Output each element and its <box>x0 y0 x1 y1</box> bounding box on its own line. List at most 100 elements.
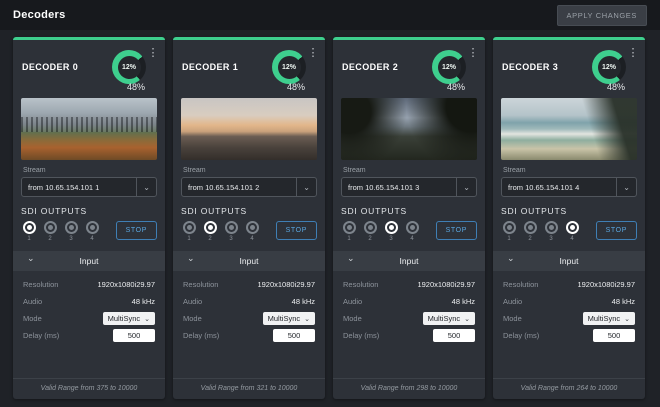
input-section-toggle[interactable]: ⌄ Input <box>13 251 165 271</box>
input-section-toggle[interactable]: ⌄ Input <box>493 251 645 271</box>
mode-row: Mode MultiSync ⌄ <box>503 310 635 327</box>
input-section-toggle[interactable]: ⌄ Input <box>333 251 485 271</box>
chevron-down-icon: ⌄ <box>136 178 156 196</box>
sdi-output-circle-icon <box>23 221 36 234</box>
stream-select[interactable]: from 10.65.154.101 2 ⌄ <box>181 177 317 197</box>
sdi-output-toggle[interactable]: 4 <box>404 221 420 242</box>
audio-label: Audio <box>183 297 202 306</box>
delay-input[interactable] <box>273 329 315 342</box>
mode-row: Mode MultiSync ⌄ <box>343 310 475 327</box>
valid-range-note: Valid Range from 264 to 10000 <box>493 378 645 399</box>
sdi-output-circle-icon <box>86 221 99 234</box>
mode-row: Mode MultiSync ⌄ <box>23 310 155 327</box>
page-title: Decoders <box>13 9 66 21</box>
sdi-output-toggle[interactable]: 4 <box>244 221 260 242</box>
audio-row: Audio 48 kHz <box>183 293 315 310</box>
resolution-row: Resolution 1920x1080i29.97 <box>503 276 635 293</box>
delay-row: Delay (ms) <box>183 327 315 344</box>
sdi-output-toggle[interactable]: 1 <box>181 221 197 242</box>
stop-button[interactable]: STOP <box>276 221 317 240</box>
secondary-percent-label: 48% <box>493 82 645 92</box>
sdi-outputs-row: 1 2 3 4 STOP <box>341 221 477 242</box>
stream-select-value: from 10.65.154.101 4 <box>508 183 579 192</box>
more-options-button[interactable]: ⋮ <box>306 48 320 59</box>
input-section-toggle[interactable]: ⌄ Input <box>173 251 325 271</box>
kebab-icon: ⋮ <box>628 47 639 59</box>
decoder-card: DECODER 0 12% ⋮ 48% Stream from 10.65.15… <box>13 37 165 399</box>
mode-select-value: MultiSync <box>428 314 461 323</box>
delay-label: Delay (ms) <box>343 331 379 340</box>
sdi-output-toggle[interactable]: 2 <box>42 221 58 242</box>
decoder-grid: DECODER 0 12% ⋮ 48% Stream from 10.65.15… <box>0 30 660 407</box>
load-donut: 12% <box>112 50 146 84</box>
sdi-output-toggle[interactable]: 3 <box>383 221 399 242</box>
video-preview <box>21 98 157 160</box>
mode-select[interactable]: MultiSync ⌄ <box>583 312 635 325</box>
stream-label: Stream <box>23 167 155 174</box>
sdi-output-number: 2 <box>522 236 538 242</box>
audio-label: Audio <box>23 297 42 306</box>
sdi-output-toggle[interactable]: 4 <box>84 221 100 242</box>
sdi-output-toggle[interactable]: 2 <box>362 221 378 242</box>
mode-row: Mode MultiSync ⌄ <box>183 310 315 327</box>
stop-button[interactable]: STOP <box>116 221 157 240</box>
chevron-down-icon: ⌄ <box>27 253 35 264</box>
mode-select[interactable]: MultiSync ⌄ <box>423 312 475 325</box>
stream-select[interactable]: from 10.65.154.101 3 ⌄ <box>341 177 477 197</box>
sdi-output-toggle[interactable]: 4 <box>564 221 580 242</box>
sdi-output-toggle[interactable]: 2 <box>522 221 538 242</box>
sdi-output-toggle[interactable]: 1 <box>501 221 517 242</box>
sdi-outputs-section: SDI OUTPUTS 1 2 3 <box>21 206 157 242</box>
audio-label: Audio <box>503 297 522 306</box>
mode-select[interactable]: MultiSync ⌄ <box>263 312 315 325</box>
video-preview <box>341 98 477 160</box>
more-options-button[interactable]: ⋮ <box>146 48 160 59</box>
delay-input[interactable] <box>433 329 475 342</box>
sdi-output-toggle[interactable]: 3 <box>223 221 239 242</box>
resolution-label: Resolution <box>343 280 378 289</box>
card-header: DECODER 2 12% ⋮ <box>333 40 485 84</box>
sdi-output-toggle[interactable]: 1 <box>21 221 37 242</box>
sdi-output-toggle[interactable]: 2 <box>202 221 218 242</box>
input-details: Resolution 1920x1080i29.97 Audio 48 kHz … <box>493 271 645 344</box>
valid-range-note: Valid Range from 375 to 10000 <box>13 378 165 399</box>
sdi-output-toggle[interactable]: 3 <box>63 221 79 242</box>
load-percent-label: 12% <box>278 56 301 79</box>
sdi-output-toggle[interactable]: 3 <box>543 221 559 242</box>
stream-select-value: from 10.65.154.101 1 <box>28 183 99 192</box>
stream-select[interactable]: from 10.65.154.101 1 ⌄ <box>21 177 157 197</box>
sdi-output-circle-icon <box>364 221 377 234</box>
stop-button[interactable]: STOP <box>596 221 637 240</box>
delay-input[interactable] <box>113 329 155 342</box>
resolution-row: Resolution 1920x1080i29.97 <box>23 276 155 293</box>
sdi-output-toggles: 1 2 3 4 <box>181 221 260 242</box>
sdi-outputs-label: SDI OUTPUTS <box>21 206 157 216</box>
sdi-output-circle-icon <box>225 221 238 234</box>
card-header: DECODER 0 12% ⋮ <box>13 40 165 84</box>
sdi-outputs-row: 1 2 3 4 STOP <box>501 221 637 242</box>
decoder-title: DECODER 1 <box>182 62 272 72</box>
sdi-output-number: 4 <box>404 236 420 242</box>
sdi-output-number: 4 <box>244 236 260 242</box>
mode-label: Mode <box>343 314 362 323</box>
mode-select[interactable]: MultiSync ⌄ <box>103 312 155 325</box>
sdi-output-circle-icon <box>406 221 419 234</box>
mode-label: Mode <box>503 314 522 323</box>
sdi-output-circle-icon <box>183 221 196 234</box>
sdi-outputs-label: SDI OUTPUTS <box>181 206 317 216</box>
more-options-button[interactable]: ⋮ <box>466 48 480 59</box>
apply-changes-button[interactable]: APPLY CHANGES <box>557 5 647 26</box>
chevron-down-icon: ⌄ <box>464 315 470 323</box>
stream-select[interactable]: from 10.65.154.101 4 ⌄ <box>501 177 637 197</box>
kebab-icon: ⋮ <box>148 47 159 59</box>
delay-row: Delay (ms) <box>343 327 475 344</box>
sdi-output-circle-icon <box>246 221 259 234</box>
decoder-card: DECODER 1 12% ⋮ 48% Stream from 10.65.15… <box>173 37 325 399</box>
stream-label: Stream <box>503 167 635 174</box>
stop-button[interactable]: STOP <box>436 221 477 240</box>
sdi-output-toggle[interactable]: 1 <box>341 221 357 242</box>
delay-input[interactable] <box>593 329 635 342</box>
more-options-button[interactable]: ⋮ <box>626 48 640 59</box>
sdi-output-number: 1 <box>341 236 357 242</box>
audio-row: Audio 48 kHz <box>343 293 475 310</box>
